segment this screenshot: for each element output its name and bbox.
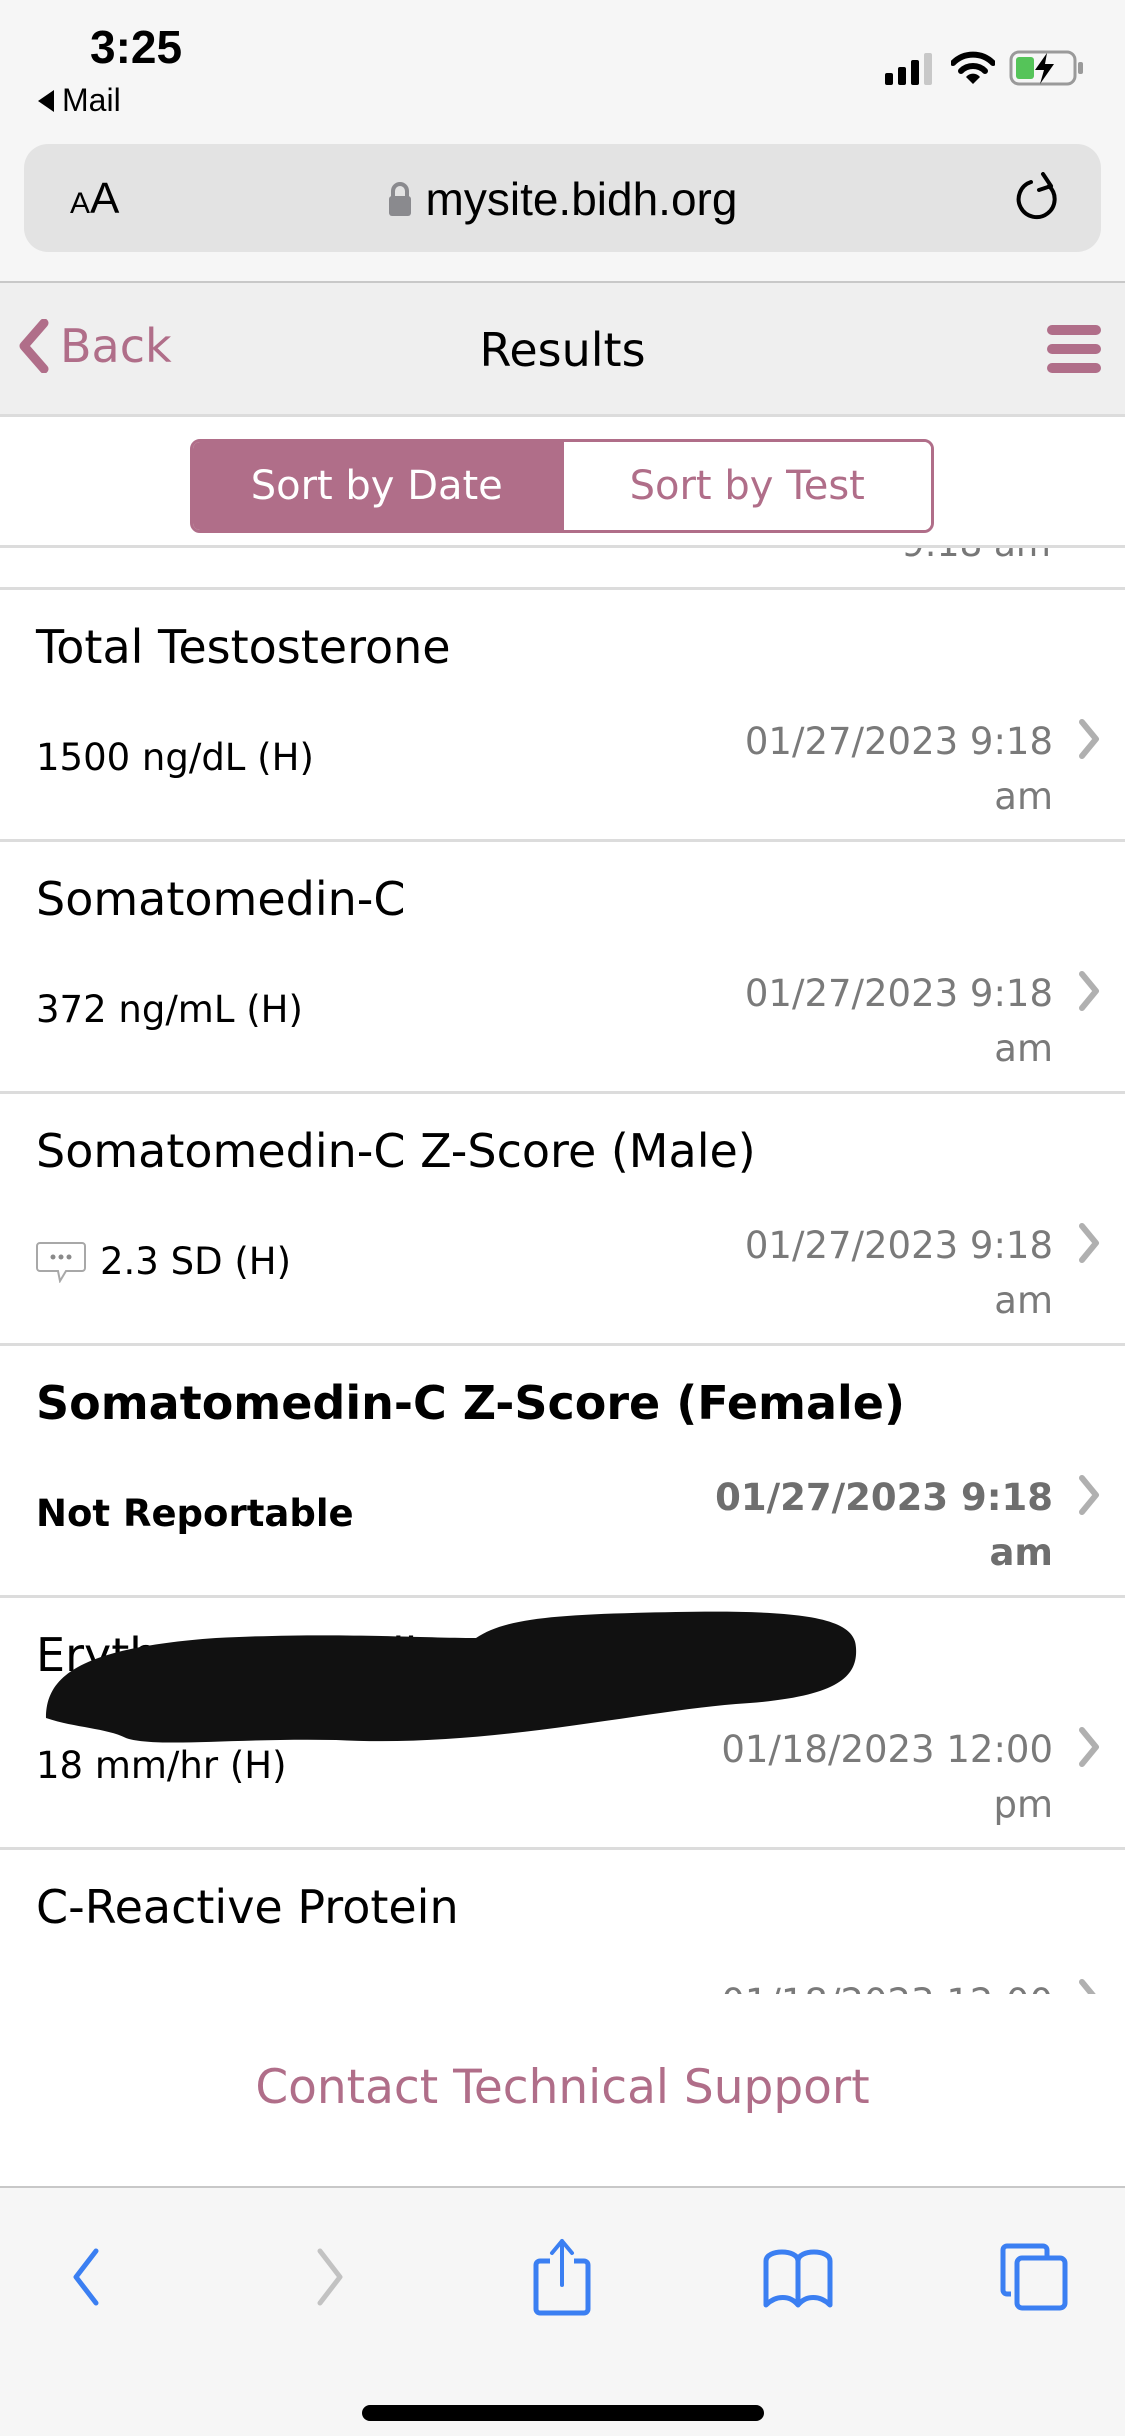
result-date: 01/18/2023 12:00 pm [721,1728,1053,1826]
menu-bar [1047,363,1101,373]
tabs-button[interactable] [984,2232,1084,2322]
result-date: 9:18 am [902,548,1051,565]
return-to-mail-link[interactable]: Mail [38,82,121,119]
tabs-icon [1000,2243,1068,2311]
status-bar: 3:25 Mail [0,0,1125,140]
lock-icon [388,182,411,216]
menu-bar [1047,325,1101,335]
result-date: 01/27/2023 9:18 am [744,720,1053,818]
browser-toolbar [0,2186,1125,2436]
sort-by-test-button[interactable]: Sort by Test [560,442,931,530]
chevron-right-icon [1079,719,1099,759]
result-name: Somatomedin-C Z-Score (Female) [36,1376,906,1430]
return-app-label: Mail [62,82,121,118]
result-value: Not Reportable [36,1492,354,1535]
page-title: Results [479,323,646,377]
result-name: Somatomedin-C Z-Score (Male) [36,1124,756,1178]
chevron-right-icon [1079,1475,1099,1515]
result-name: Somatomedin-C [36,872,406,926]
reload-icon [1016,172,1057,220]
result-row[interactable]: Somatomedin-C 372 ng/mL (H) 01/27/2023 9… [0,842,1125,1094]
result-value: 1500 ng/dL (H) [36,736,314,779]
bookmarks-icon [763,2249,833,2308]
reload-button[interactable] [1015,172,1065,230]
result-name: Total Testosterone [36,620,451,674]
sort-bar: Sort by Date Sort by Test [0,417,1125,548]
address-bar[interactable]: AA mysite.bidh.org [24,144,1101,252]
url-text: mysite.bidh.org [425,173,738,225]
result-row[interactable]: C-Reactive Protein 01/18/2023 12:00 [0,1850,1125,1994]
result-value: 2.3 SD (H) [36,1240,291,1283]
status-time: 3:25 [90,21,183,73]
share-button[interactable] [512,2232,612,2322]
result-value: 18 mm/hr (H) [36,1744,287,1787]
back-triangle-icon [38,89,54,112]
result-date: 01/27/2023 9:18 am [744,1224,1053,1322]
back-icon [73,2248,99,2306]
browser-back-button[interactable] [36,2232,136,2322]
status-icons [885,50,1085,86]
home-indicator [362,2405,764,2421]
comment-icon [36,1241,86,1283]
sort-segmented-control: Sort by Date Sort by Test [190,439,934,533]
result-value: 372 ng/mL (H) [36,988,303,1031]
battery-charging-icon [1009,50,1083,86]
result-row[interactable]: Total Testosterone 1500 ng/dL (H) 01/27/… [0,590,1125,842]
chevron-right-icon [1079,971,1099,1011]
chevron-right-icon [1079,1979,1096,1994]
chevron-right-icon [1079,1223,1099,1263]
url-display[interactable]: mysite.bidh.org [24,172,1101,226]
forward-icon [317,2248,343,2306]
share-icon [533,2239,591,2316]
result-name: C-Reactive Protein [36,1880,459,1934]
hamburger-menu-icon[interactable] [1047,325,1101,373]
result-date: 01/27/2023 9:18 am [715,1476,1053,1574]
chevron-right-icon [1079,1727,1099,1767]
results-list: 9:18 am Total Testosterone 1500 ng/dL (H… [0,548,1125,1994]
sort-by-date-button[interactable]: Sort by Date [193,442,561,530]
cellular-signal-icon [885,53,932,85]
result-row-unread[interactable]: Somatomedin-C Z-Score (Female) Not Repor… [0,1346,1125,1598]
menu-bar [1047,344,1101,354]
contact-support-link[interactable]: Contact Technical Support [0,2060,1125,2115]
result-row[interactable]: Erythrocyte Sedimentation Rate 18 mm/hr … [0,1598,1125,1850]
result-date: 01/27/2023 9:18 am [744,972,1053,1070]
list-item-partial[interactable]: 9:18 am [0,548,1125,590]
app-header: Back Results [0,283,1125,417]
wifi-icon [951,51,995,84]
result-row[interactable]: Somatomedin-C Z-Score (Male) 2.3 SD (H) … [0,1094,1125,1346]
browser-address-area: AA mysite.bidh.org [0,140,1125,283]
bookmarks-button[interactable] [748,2232,848,2322]
browser-forward-button[interactable] [280,2232,380,2322]
result-date: 01/18/2023 12:00 [713,1975,1053,1994]
